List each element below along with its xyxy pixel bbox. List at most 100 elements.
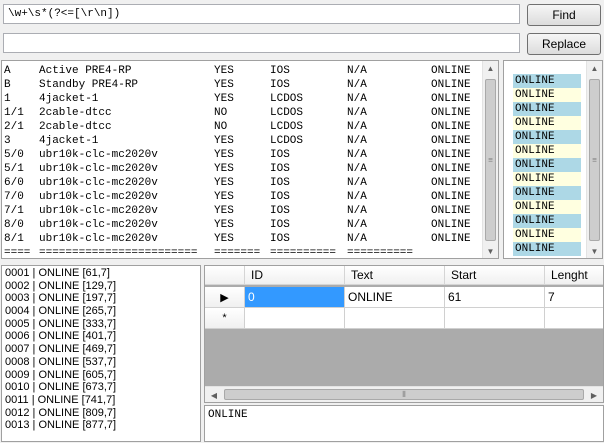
highlight-row: ONLINE bbox=[513, 200, 581, 214]
match-grid[interactable]: ID Text Start Lenght ▶ 0 ONLINE 61 7 * ◀… bbox=[204, 265, 604, 403]
slot-cell: 1/1 bbox=[4, 107, 24, 119]
os-cell: IOS bbox=[270, 149, 290, 161]
scroll-left-icon[interactable]: ◀ bbox=[207, 388, 221, 402]
text-row: 7/1 ubr10k-clc-mc2020v YES IOS N/A ONLINE bbox=[4, 204, 484, 218]
state-cell: ONLINE bbox=[431, 149, 471, 161]
type-cell: 4jacket-1 bbox=[39, 93, 99, 105]
type-cell: Active PRE4-RP bbox=[39, 65, 132, 77]
highlight-row: ONLINE bbox=[513, 74, 581, 88]
list-item[interactable]: 0010 | ONLINE [673,7] bbox=[2, 381, 200, 394]
os-cell: LCDOS bbox=[270, 121, 304, 133]
list-item[interactable]: 0009 | ONLINE [605,7] bbox=[2, 369, 200, 382]
scroll-thumb[interactable]: ⦀ bbox=[224, 389, 584, 400]
grid-header-start[interactable]: Start bbox=[445, 266, 545, 285]
os-cell: LCDOS bbox=[270, 135, 304, 147]
grid-header-id[interactable]: ID bbox=[245, 266, 345, 285]
scroll-down-icon[interactable]: ▼ bbox=[483, 244, 498, 258]
highlight-row: ONLINE bbox=[513, 102, 581, 116]
hot-swap-cell: NO bbox=[214, 121, 228, 133]
list-item[interactable]: 0004 | ONLINE [265,7] bbox=[2, 305, 200, 318]
highlight-row: ONLINE bbox=[513, 186, 581, 200]
list-item[interactable]: 0008 | ONLINE [537,7] bbox=[2, 356, 200, 369]
list-item[interactable]: 0011 | ONLINE [741,7] bbox=[2, 394, 200, 407]
hot-swap-cell: YES bbox=[214, 191, 234, 203]
list-item[interactable]: 0012 | ONLINE [809,7] bbox=[2, 407, 200, 420]
type-cell: 2cable-dtcc bbox=[39, 107, 112, 119]
hot-swap-cell: NO bbox=[214, 107, 228, 119]
highlight-row: ONLINE bbox=[513, 228, 581, 242]
slot-cell: 8/0 bbox=[4, 219, 24, 231]
status-cell: N/A bbox=[347, 177, 367, 189]
list-item[interactable]: 0002 | ONLINE [129,7] bbox=[2, 280, 200, 293]
os-cell: IOS bbox=[270, 233, 290, 245]
source-text-scrollbar[interactable]: ▲ ≡ ▼ bbox=[482, 61, 498, 258]
hot-swap-cell: YES bbox=[214, 219, 234, 231]
state-cell: ONLINE bbox=[431, 121, 471, 133]
highlight-scrollbar[interactable]: ▲ ≡ ▼ bbox=[586, 61, 602, 258]
grid-new-cell[interactable] bbox=[445, 308, 545, 329]
replace-button[interactable]: Replace bbox=[527, 33, 601, 55]
scroll-up-icon[interactable]: ▲ bbox=[483, 61, 498, 75]
os-cell: IOS bbox=[270, 219, 290, 231]
scroll-right-icon[interactable]: ▶ bbox=[587, 388, 601, 402]
new-row-icon: * bbox=[205, 308, 245, 329]
hot-swap-cell: ======= bbox=[214, 247, 261, 259]
scroll-down-icon[interactable]: ▼ bbox=[587, 244, 602, 258]
type-cell: ubr10k-clc-mc2020v bbox=[39, 163, 158, 175]
status-cell: N/A bbox=[347, 205, 367, 217]
list-item[interactable]: 0003 | ONLINE [197,7] bbox=[2, 292, 200, 305]
type-cell: 2cable-dtcc bbox=[39, 121, 112, 133]
grid-cell-start[interactable]: 61 bbox=[445, 287, 545, 308]
grip-icon: ≡ bbox=[592, 155, 597, 165]
text-row: 1/1 2cable-dtcc NO LCDOS N/A ONLINE bbox=[4, 106, 484, 120]
type-cell: ======================== bbox=[39, 247, 198, 259]
type-cell: ubr10k-clc-mc2020v bbox=[39, 205, 158, 217]
grid-hscrollbar[interactable]: ◀ ⦀ ▶ bbox=[205, 386, 603, 402]
text-row: A Active PRE4-RP YES IOS N/A ONLINE bbox=[4, 64, 484, 78]
highlight-row: ONLINE bbox=[513, 88, 581, 102]
search-input[interactable]: \w+\s*(?<=[\r\n]) bbox=[3, 4, 520, 24]
os-cell: IOS bbox=[270, 177, 290, 189]
grid-header-length[interactable]: Lenght bbox=[545, 266, 603, 285]
grid-cell-length[interactable]: 7 bbox=[545, 287, 603, 308]
find-button[interactable]: Find bbox=[527, 4, 601, 26]
text-row: 2/1 2cable-dtcc NO LCDOS N/A ONLINE bbox=[4, 120, 484, 134]
match-list[interactable]: 0001 | ONLINE [61,7] 0002 | ONLINE [129,7… bbox=[1, 265, 201, 442]
grid-cell-text[interactable]: ONLINE bbox=[345, 287, 445, 308]
slot-cell: 5/1 bbox=[4, 163, 24, 175]
replace-input[interactable] bbox=[3, 33, 520, 53]
list-item[interactable]: 0007 | ONLINE [469,7] bbox=[2, 343, 200, 356]
grip-icon: ⦀ bbox=[402, 389, 406, 399]
grid-new-cell[interactable] bbox=[345, 308, 445, 329]
hot-swap-cell: YES bbox=[214, 135, 234, 147]
grid-header-text[interactable]: Text bbox=[345, 266, 445, 285]
grid-new-cell[interactable] bbox=[545, 308, 603, 329]
text-row: 8/0 ubr10k-clc-mc2020v YES IOS N/A ONLINE bbox=[4, 218, 484, 232]
list-item[interactable]: 0001 | ONLINE [61,7] bbox=[2, 267, 200, 280]
scroll-up-icon[interactable]: ▲ bbox=[587, 61, 602, 75]
slot-cell: 5/0 bbox=[4, 149, 24, 161]
match-preview[interactable]: ONLINE bbox=[204, 405, 604, 442]
list-item[interactable]: 0006 | ONLINE [401,7] bbox=[2, 330, 200, 343]
os-cell: LCDOS bbox=[270, 93, 304, 105]
hot-swap-cell: YES bbox=[214, 163, 234, 175]
scroll-thumb[interactable]: ≡ bbox=[485, 79, 496, 241]
os-cell: IOS bbox=[270, 79, 290, 91]
slot-cell: 7/0 bbox=[4, 191, 24, 203]
slot-cell: 6/0 bbox=[4, 177, 24, 189]
state-cell: ONLINE bbox=[431, 107, 471, 119]
list-item[interactable]: 0013 | ONLINE [877,7] bbox=[2, 419, 200, 432]
source-text-area[interactable]: A Active PRE4-RP YES IOS N/A ONLINE B Standby P… bbox=[1, 60, 499, 259]
scroll-thumb[interactable]: ≡ bbox=[589, 79, 600, 241]
slot-cell: 7/1 bbox=[4, 205, 24, 217]
type-cell: ubr10k-clc-mc2020v bbox=[39, 233, 158, 245]
grid-cell-id[interactable]: 0 bbox=[245, 287, 345, 308]
text-row: 1 4jacket-1 YES LCDOS N/A ONLINE bbox=[4, 92, 484, 106]
grid-new-cell[interactable] bbox=[245, 308, 345, 329]
list-item[interactable]: 0005 | ONLINE [333,7] bbox=[2, 318, 200, 331]
hot-swap-cell: YES bbox=[214, 205, 234, 217]
state-cell: ONLINE bbox=[431, 219, 471, 231]
hot-swap-cell: YES bbox=[214, 93, 234, 105]
highlight-pane[interactable]: ONLINE ONLINE ONLINE ONLINE ONLINE ONLINE ONLI… bbox=[503, 60, 603, 259]
highlight-row: ONLINE bbox=[513, 130, 581, 144]
